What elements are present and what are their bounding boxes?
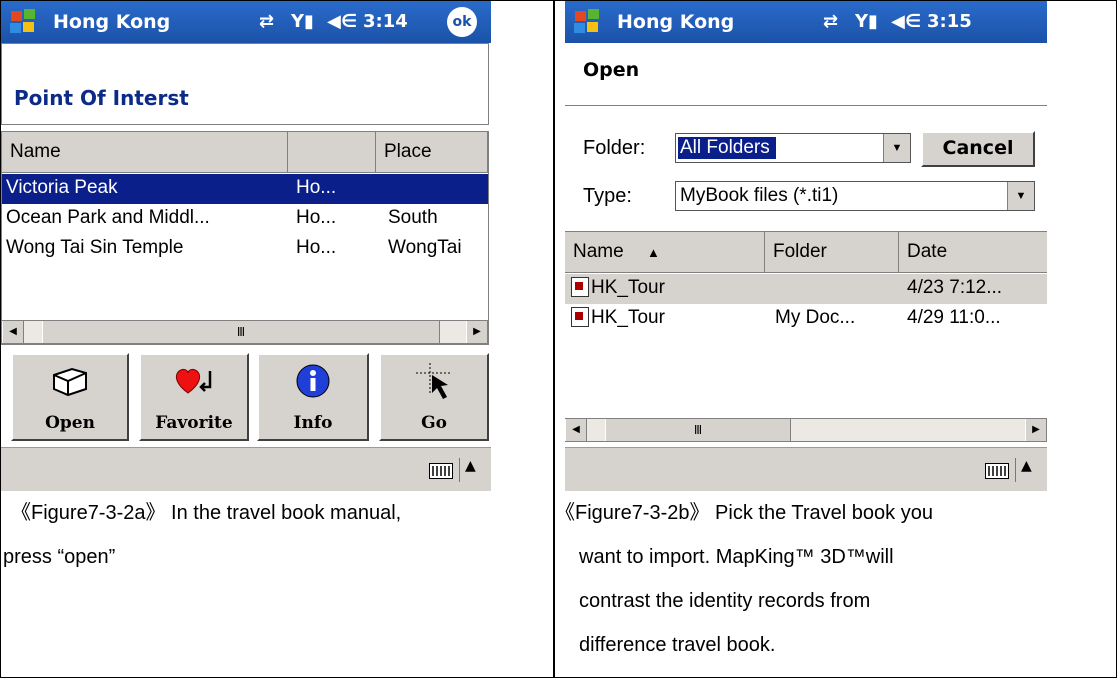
list-row[interactable]: Ocean Park and Middl... Ho... South bbox=[2, 204, 488, 234]
caption-a-line-2: press “open” bbox=[3, 546, 116, 568]
figure-a-screenshot: Hong Kong ⇄ Y▮ ◀∈ 3:14 ok Point Of Inter… bbox=[1, 1, 491, 491]
column-header-name[interactable]: Name ▲ bbox=[565, 232, 765, 272]
caption-b-line-2: want to import. MapKing™ 3D™will bbox=[579, 546, 894, 568]
device-title: Hong Kong bbox=[53, 11, 171, 33]
open-label: Open bbox=[45, 413, 95, 433]
cancel-button[interactable]: Cancel bbox=[921, 131, 1035, 167]
row-name: Ocean Park and Middl... bbox=[6, 207, 210, 228]
windows-start-icon[interactable] bbox=[9, 8, 37, 36]
signal-icon[interactable]: Y▮ bbox=[291, 11, 314, 32]
list-row[interactable]: HK_Tour 4/23 7:12... bbox=[565, 274, 1047, 304]
caption-b-line-1: 《Figure7-3-2b》 Pick the Travel book you bbox=[555, 502, 933, 524]
status-bar: Hong Kong ⇄ Y▮ ◀∈ 3:15 bbox=[565, 1, 1047, 43]
row-name: HK_Tour bbox=[591, 307, 665, 328]
info-label: Info bbox=[293, 413, 333, 433]
clock[interactable]: 3:15 bbox=[927, 11, 972, 32]
open-book-icon bbox=[53, 367, 87, 397]
windows-start-icon[interactable] bbox=[573, 8, 601, 36]
row-name: HK_Tour bbox=[591, 277, 665, 298]
column-header-region[interactable] bbox=[288, 132, 376, 172]
caption-a-line-1: 《Figure7-3-2a》 In the travel book manual… bbox=[11, 502, 402, 524]
type-dropdown[interactable]: MyBook files (*.ti1) ▼ bbox=[675, 181, 1035, 211]
favorite-button[interactable]: Favorite bbox=[139, 353, 249, 441]
scroll-right-icon[interactable]: ▶ bbox=[1025, 419, 1047, 441]
clock[interactable]: 3:14 bbox=[363, 11, 408, 32]
row-name: Victoria Peak bbox=[6, 177, 118, 198]
volume-icon[interactable]: ◀∈ bbox=[327, 11, 357, 32]
info-button[interactable]: Info bbox=[257, 353, 369, 441]
scroll-left-icon[interactable]: ◀ bbox=[2, 321, 24, 343]
horizontal-scrollbar[interactable]: ◀ Ⅲ ▶ bbox=[565, 418, 1047, 442]
row-place: South bbox=[388, 207, 438, 228]
dialog-title: Open bbox=[583, 59, 640, 81]
keyboard-icon[interactable] bbox=[985, 463, 1009, 479]
chevron-down-icon[interactable]: ▼ bbox=[1007, 182, 1034, 210]
signal-icon[interactable]: Y▮ bbox=[855, 11, 878, 32]
horizontal-scrollbar[interactable]: ◀ Ⅲ ▶ bbox=[2, 320, 488, 344]
type-value: MyBook files (*.ti1) bbox=[680, 185, 839, 206]
row-place: WongTai bbox=[388, 237, 462, 258]
row-date: 4/23 7:12... bbox=[907, 277, 1003, 298]
row-date: 4/29 11:0... bbox=[907, 307, 1001, 328]
name-header-label: Name bbox=[573, 241, 624, 262]
go-label: Go bbox=[421, 413, 447, 433]
poi-list: Name Place Victoria Peak Ho... Ocean Par… bbox=[1, 131, 489, 345]
scroll-right-icon[interactable]: ▶ bbox=[466, 321, 488, 343]
go-button[interactable]: Go bbox=[379, 353, 489, 441]
volume-icon[interactable]: ◀∈ bbox=[891, 11, 921, 32]
figure-b-screenshot: Hong Kong ⇄ Y▮ ◀∈ 3:15 Open Folder: All … bbox=[565, 1, 1047, 491]
folder-dropdown[interactable]: All Folders ▼ bbox=[675, 133, 911, 163]
open-button[interactable]: Open bbox=[11, 353, 129, 441]
device-title: Hong Kong bbox=[617, 11, 735, 33]
folder-label: Folder: bbox=[583, 137, 646, 159]
row-region: Ho... bbox=[296, 177, 337, 198]
row-region: Ho... bbox=[296, 207, 337, 228]
row-region: Ho... bbox=[296, 237, 337, 258]
figure-a-cell: Hong Kong ⇄ Y▮ ◀∈ 3:14 ok Point Of Inter… bbox=[0, 0, 554, 678]
file-list: Name ▲ Folder Date HK_Tour 4/23 7:12... … bbox=[565, 231, 1047, 446]
menu-separator bbox=[459, 458, 460, 482]
figure-b-cell: Hong Kong ⇄ Y▮ ◀∈ 3:15 Open Folder: All … bbox=[554, 0, 1117, 678]
menu-bar: ▲ bbox=[1, 447, 491, 491]
input-panel-arrow-icon[interactable]: ▲ bbox=[1021, 458, 1032, 474]
divider bbox=[565, 105, 1047, 106]
caption-b-line-3: contrast the identity records from bbox=[579, 590, 871, 612]
menu-bar: ▲ bbox=[565, 447, 1047, 491]
connectivity-icon[interactable]: ⇄ bbox=[823, 11, 838, 32]
list-row[interactable]: Wong Tai Sin Temple Ho... WongTai bbox=[2, 234, 488, 264]
list-row[interactable]: HK_Tour My Doc... 4/29 11:0... bbox=[565, 304, 1047, 334]
column-header-date[interactable]: Date bbox=[899, 232, 1047, 272]
folder-value: All Folders bbox=[678, 137, 776, 159]
column-header-name[interactable]: Name bbox=[2, 132, 288, 172]
ok-button[interactable]: ok bbox=[447, 7, 477, 37]
scroll-left-icon[interactable]: ◀ bbox=[565, 419, 587, 441]
row-name: Wong Tai Sin Temple bbox=[6, 237, 184, 258]
column-header-folder[interactable]: Folder bbox=[765, 232, 899, 272]
list-row[interactable]: Victoria Peak Ho... bbox=[2, 174, 488, 204]
column-header-place[interactable]: Place bbox=[376, 132, 488, 172]
travel-book-file-icon bbox=[571, 277, 589, 297]
scroll-thumb[interactable]: Ⅲ bbox=[42, 321, 440, 343]
sort-ascending-icon: ▲ bbox=[646, 245, 660, 260]
heading-box: Point Of Interst bbox=[1, 43, 489, 125]
input-panel-arrow-icon[interactable]: ▲ bbox=[465, 458, 476, 474]
info-icon bbox=[296, 364, 330, 398]
list-header: Name Place bbox=[2, 132, 488, 173]
crosshair-cursor-icon bbox=[416, 363, 452, 399]
chevron-down-icon[interactable]: ▼ bbox=[883, 134, 910, 162]
caption-b-line-4: difference travel book. bbox=[579, 634, 776, 656]
menu-separator bbox=[1015, 458, 1016, 482]
list-header: Name ▲ Folder Date bbox=[565, 232, 1047, 273]
favorite-heart-icon bbox=[175, 368, 212, 394]
status-bar: Hong Kong ⇄ Y▮ ◀∈ 3:14 ok bbox=[1, 1, 491, 43]
page-title: Point Of Interst bbox=[14, 86, 189, 110]
scroll-thumb[interactable]: Ⅲ bbox=[605, 419, 791, 441]
favorite-label: Favorite bbox=[155, 413, 233, 433]
row-folder: My Doc... bbox=[775, 307, 856, 328]
type-label: Type: bbox=[583, 185, 632, 207]
keyboard-icon[interactable] bbox=[429, 463, 453, 479]
connectivity-icon[interactable]: ⇄ bbox=[259, 11, 274, 32]
travel-book-file-icon bbox=[571, 307, 589, 327]
